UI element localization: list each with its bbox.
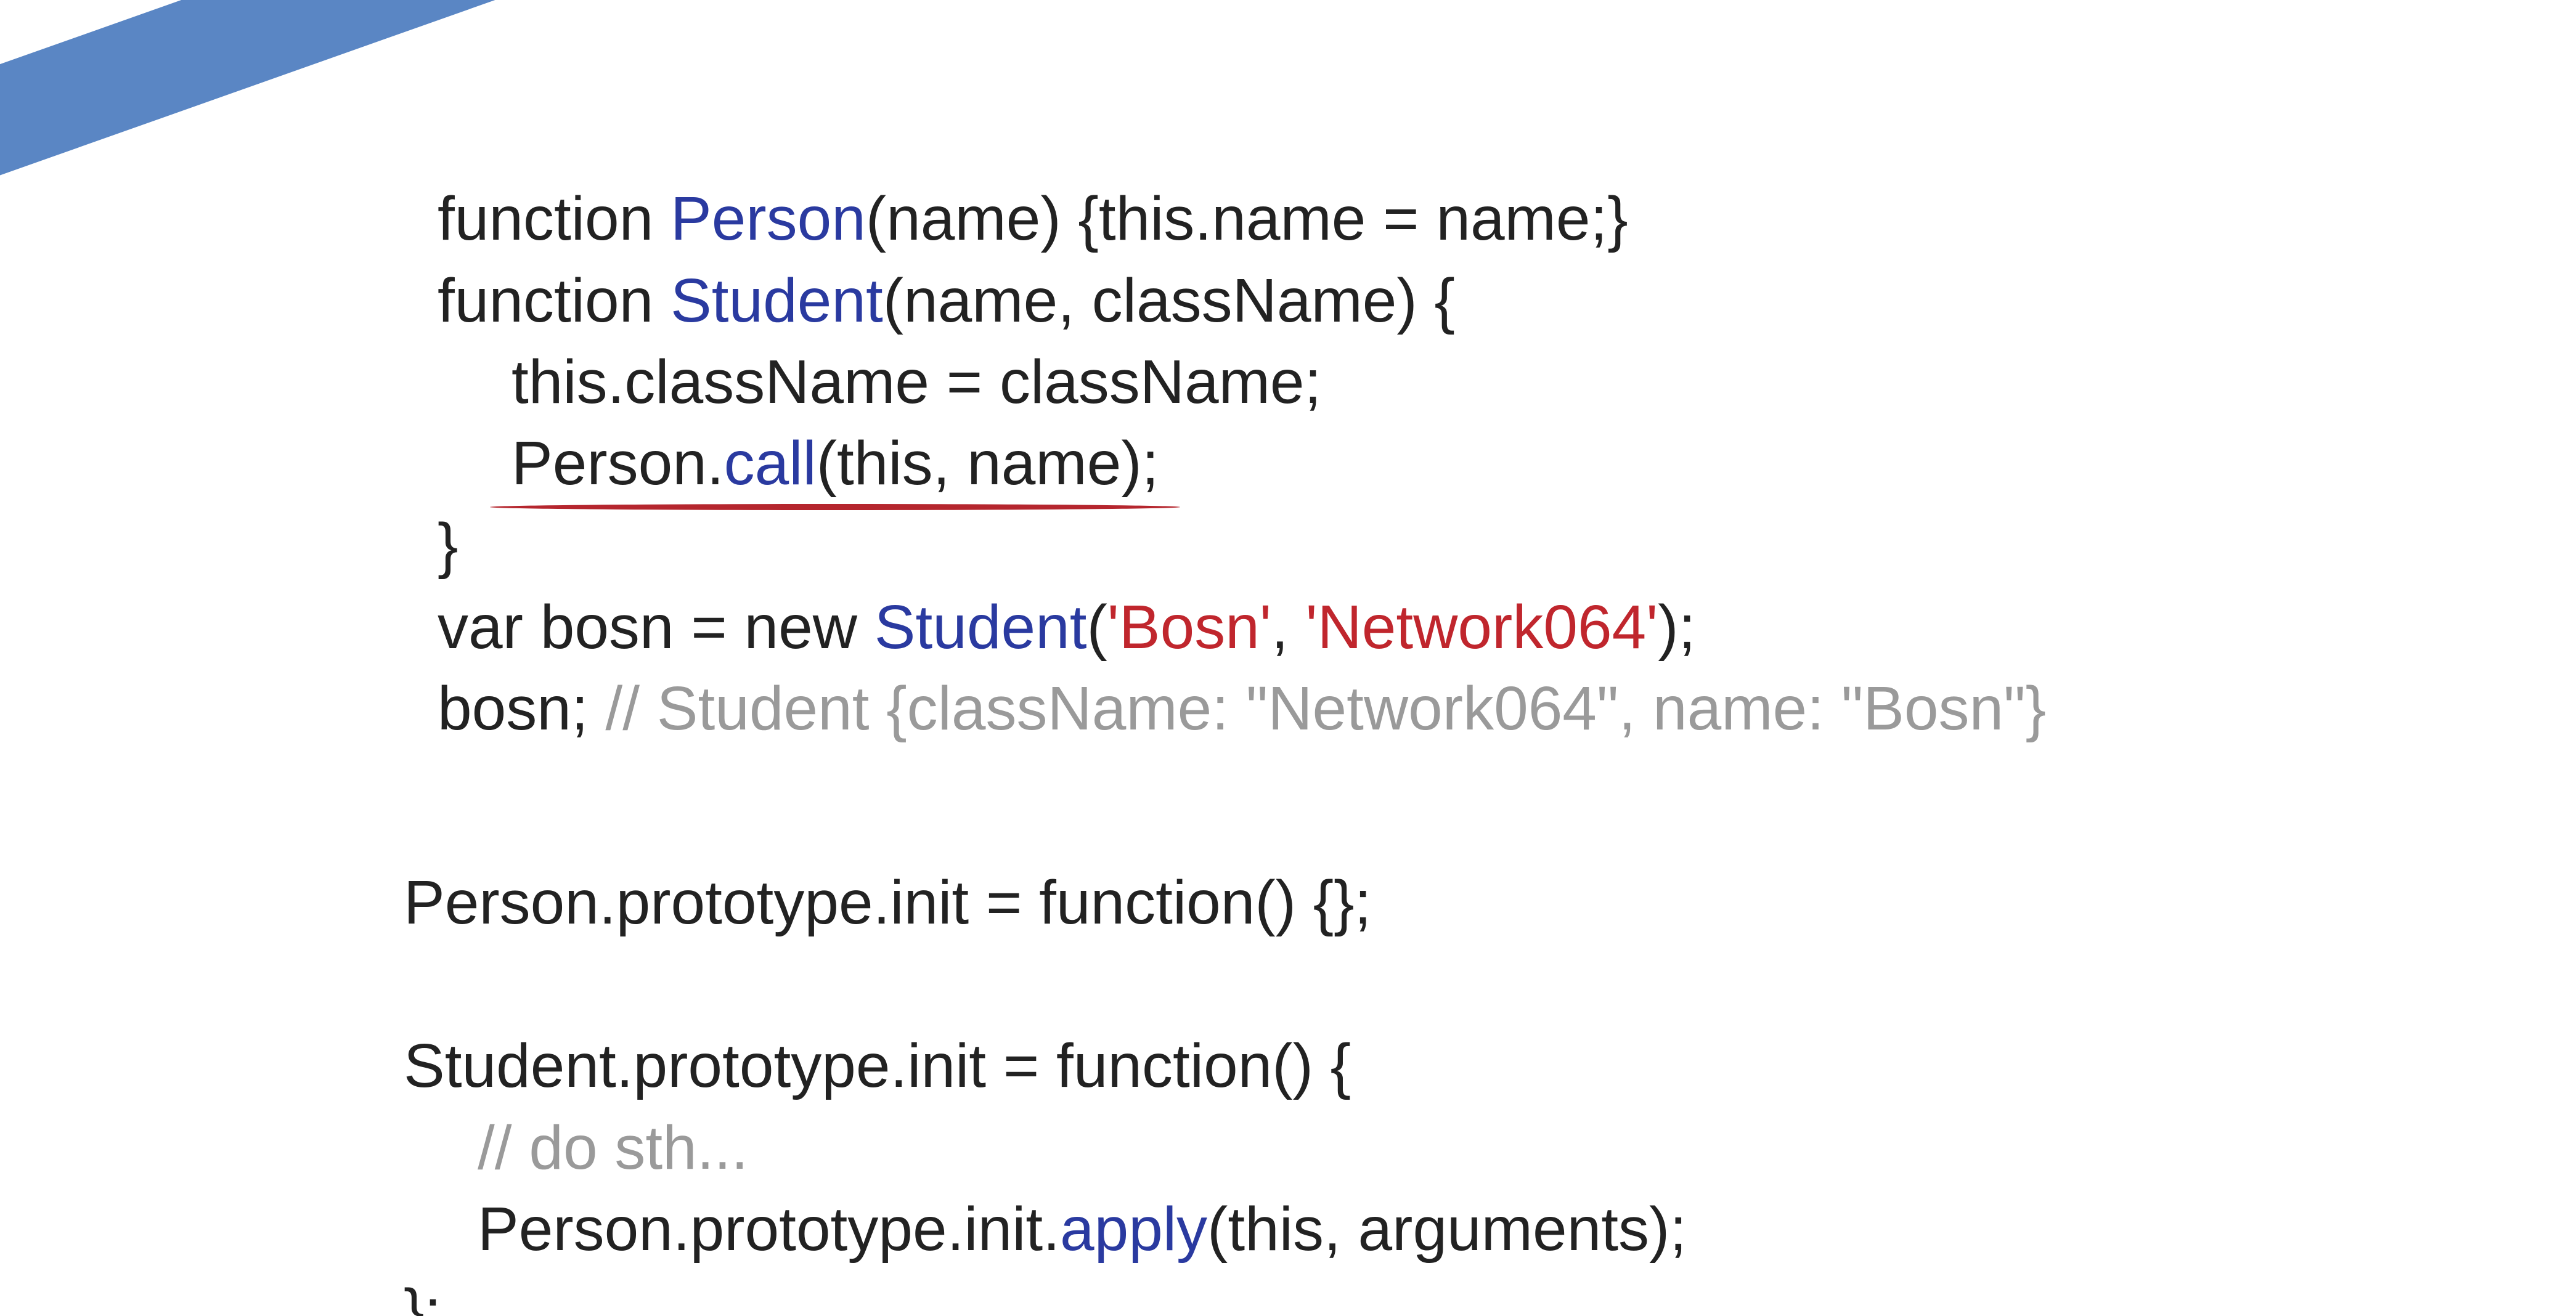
code-token: ,: [1271, 593, 1306, 662]
code-line: this.className = className;: [512, 347, 1322, 416]
code-line: Student.prototype.init = function() {: [404, 1031, 1351, 1100]
code-line: function Student(name, className) {: [438, 270, 1455, 331]
code-token: 'Bosn': [1107, 593, 1271, 662]
code-token: function: [438, 266, 671, 335]
code-line: }: [438, 511, 459, 580]
code-token: (name, className) {: [882, 266, 1455, 335]
code-token: (: [1086, 593, 1107, 662]
code-line: // do sth...: [478, 1117, 748, 1179]
code-token: Student: [670, 266, 883, 335]
code-line: var bosn = new Student('Bosn', 'Network0…: [438, 596, 1695, 658]
code-token: call: [723, 429, 817, 498]
code-line: Person.call(this, name);: [512, 433, 1159, 494]
code-token: (this, name);: [816, 429, 1159, 498]
code-token: bosn;: [438, 674, 606, 743]
code-block-1: function Person(name) {this.name = name;…: [438, 0, 2046, 739]
code-line: Person.prototype.init = function() {};: [404, 868, 1372, 937]
code-line: Person.prototype.init.apply(this, argume…: [478, 1198, 1687, 1260]
code-token: (this, arguments);: [1207, 1195, 1687, 1264]
code-token: (name) {this.name = name;}: [865, 184, 1628, 253]
code-line: };: [404, 1277, 442, 1316]
code-token: apply: [1059, 1195, 1208, 1264]
code-comment: // do sth...: [478, 1113, 749, 1182]
code-token: function: [438, 184, 671, 253]
code-token: var bosn = new: [438, 593, 874, 662]
code-block-2: Person.prototype.init = function() {}; S…: [404, 0, 1687, 1316]
code-token: Person.: [512, 429, 724, 498]
code-line: bosn; // Student {className: "Network064…: [438, 678, 2046, 739]
code-token: Student: [874, 593, 1087, 662]
code-token: 'Network064': [1305, 593, 1658, 662]
code-comment: // Student {className: "Network064", nam…: [605, 674, 2047, 743]
code-token: Person.prototype.init.: [478, 1195, 1060, 1264]
code-token: );: [1658, 593, 1696, 662]
red-underline-annotation: [490, 504, 1180, 510]
code-token: Person: [670, 184, 866, 253]
code-line: function Person(name) {this.name = name;…: [438, 188, 1628, 250]
